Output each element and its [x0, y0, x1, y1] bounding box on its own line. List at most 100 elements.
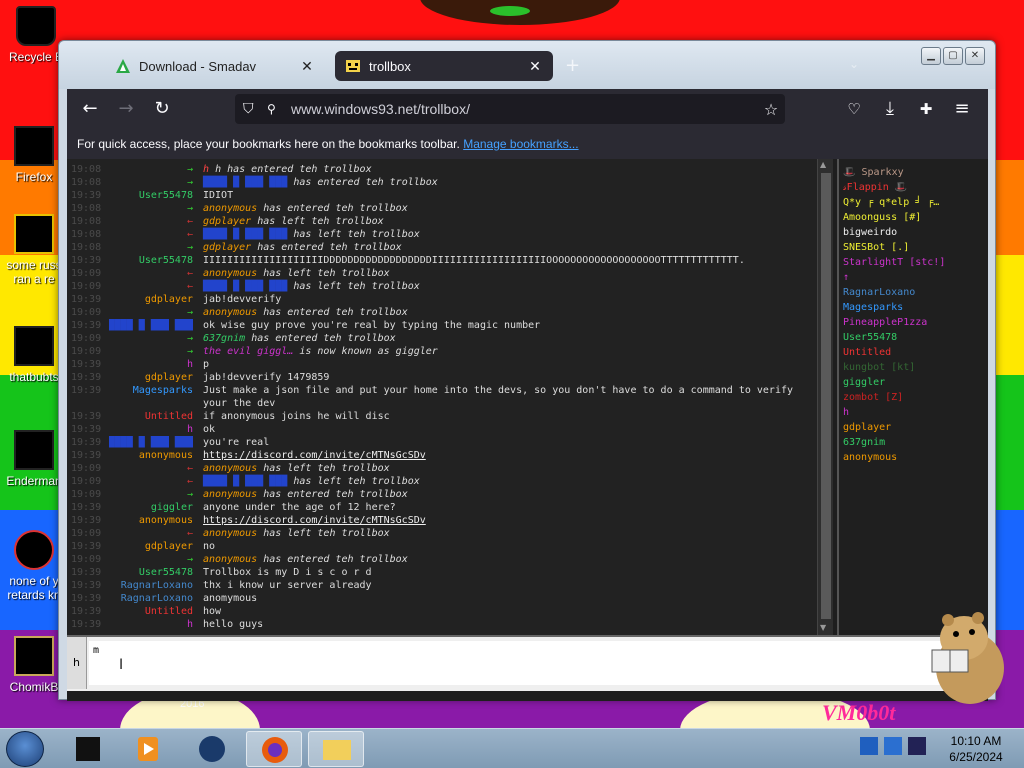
user-list-item[interactable]: 🎩 Sparkxy: [843, 165, 984, 180]
message-nick[interactable]: →: [187, 488, 193, 501]
user-list-item[interactable]: RagnarLoxano: [843, 285, 984, 300]
forward-arrow-icon[interactable]: →: [113, 97, 139, 121]
bookmark-star-icon[interactable]: ☆: [757, 100, 785, 119]
message-nick[interactable]: ←: [187, 267, 193, 280]
message-nick[interactable]: Magesparks: [133, 384, 193, 397]
message-nick[interactable]: User55478: [139, 566, 193, 579]
desktop-icon-file-1[interactable]: some russ ran a re: [2, 214, 66, 286]
user-list-item[interactable]: PineappleP1zza: [843, 315, 984, 330]
back-arrow-icon[interactable]: ←: [77, 97, 103, 121]
shield-icon[interactable]: ⛉: [243, 101, 261, 117]
tab-list-chevron-icon[interactable]: ⌄: [849, 57, 859, 71]
tab-smadav[interactable]: Download - Smadav ✕: [105, 51, 325, 81]
clock[interactable]: 10:10 AM 6/25/2024: [936, 733, 1016, 765]
user-list-item[interactable]: kungbot [kt]: [843, 360, 984, 375]
message-nick[interactable]: RagnarLoxano: [121, 579, 193, 592]
message-nick[interactable]: ←: [187, 228, 193, 241]
close-tab-icon[interactable]: ✕: [527, 58, 543, 75]
message-nick[interactable]: h: [187, 618, 193, 631]
scroll-down-icon[interactable]: ▼: [820, 623, 826, 632]
message-nick[interactable]: ████ █ ███ ███: [109, 319, 193, 332]
download-icon[interactable]: ⤓: [877, 97, 903, 121]
user-list-item[interactable]: SNESBot [.]: [843, 240, 984, 255]
minimize-button[interactable]: ▁: [921, 47, 941, 65]
taskbar-app-media[interactable]: [120, 731, 176, 767]
user-list-item[interactable]: User55478: [843, 330, 984, 345]
address-bar[interactable]: ⛉ ⚲ www.windows93.net/trollbox/ ☆: [235, 94, 785, 124]
message-link[interactable]: https://discord.com/invite/cMTNsGcSDv: [203, 514, 426, 527]
start-button[interactable]: [6, 731, 44, 767]
message-nick[interactable]: →: [187, 332, 193, 345]
maximize-button[interactable]: ▢: [943, 47, 963, 65]
user-list-item[interactable]: bigweirdo: [843, 225, 984, 240]
pocket-icon[interactable]: ♡: [841, 97, 867, 121]
user-list-item[interactable]: h: [843, 405, 984, 420]
extensions-icon[interactable]: ✚: [913, 97, 939, 121]
message-nick[interactable]: ←: [187, 462, 193, 475]
desktop-icon-chomik[interactable]: ChomikB: [2, 636, 66, 694]
my-nickname[interactable]: h: [67, 637, 87, 689]
user-list-item[interactable]: gdplayer: [843, 420, 984, 435]
message-nick[interactable]: →: [187, 163, 193, 176]
message-nick[interactable]: gdplayer: [145, 540, 193, 553]
user-list-item[interactable]: Magesparks: [843, 300, 984, 315]
message-nick[interactable]: →: [187, 553, 193, 566]
tray-app-icon[interactable]: [860, 737, 878, 755]
message-nick[interactable]: h: [187, 358, 193, 371]
reload-icon[interactable]: ↻: [149, 97, 175, 121]
manage-bookmarks-link[interactable]: Manage bookmarks...: [463, 137, 578, 151]
taskbar-app-firefox[interactable]: [246, 731, 302, 767]
tray-network-icon[interactable]: [908, 737, 926, 755]
desktop-icon-firefox[interactable]: Firefox: [2, 126, 66, 184]
close-window-button[interactable]: ✕: [965, 47, 985, 65]
message-nick[interactable]: ████ █ ███ ███: [109, 436, 193, 449]
tray-screen-icon[interactable]: [884, 737, 902, 755]
menu-icon[interactable]: ≡: [949, 97, 975, 121]
message-nick[interactable]: RagnarLoxano: [121, 592, 193, 605]
message-nick[interactable]: →: [187, 241, 193, 254]
chat-scrollbar[interactable]: ▲ ▼: [817, 159, 833, 635]
user-list-item[interactable]: giggler: [843, 375, 984, 390]
message-nick[interactable]: Untitled: [145, 605, 193, 618]
message-nick[interactable]: →: [187, 306, 193, 319]
close-tab-icon[interactable]: ✕: [299, 58, 315, 75]
taskbar-app-1[interactable]: [60, 731, 116, 767]
message-nick[interactable]: ←: [187, 280, 193, 293]
desktop-icon-file-2[interactable]: thatbubts: [2, 326, 66, 384]
user-list-item[interactable]: Q*y ╒ q*elp ╛ ╒…: [843, 195, 984, 210]
user-list-item[interactable]: ↑: [843, 270, 984, 285]
user-list-item[interactable]: anonymous: [843, 450, 984, 465]
user-list-item[interactable]: 𝓈Flappin 🎩: [843, 180, 984, 195]
message-nick[interactable]: anonymous: [139, 514, 193, 527]
message-nick[interactable]: gdplayer: [145, 371, 193, 384]
user-list-item[interactable]: 637gnim: [843, 435, 984, 450]
message-nick[interactable]: anonymous: [139, 449, 193, 462]
message-nick[interactable]: h: [187, 423, 193, 436]
desktop-icon-enderman[interactable]: Enderman: [2, 430, 66, 488]
user-list-item[interactable]: zombot [Z]: [843, 390, 984, 405]
message-nick[interactable]: User55478: [139, 189, 193, 202]
new-tab-button[interactable]: +: [565, 55, 580, 76]
message-nick[interactable]: →: [187, 176, 193, 189]
user-list-item[interactable]: Untitled: [843, 345, 984, 360]
scroll-up-icon[interactable]: ▲: [820, 160, 826, 169]
user-list-item[interactable]: StarlightT [stc!]: [843, 255, 984, 270]
message-nick[interactable]: ←: [187, 527, 193, 540]
scrollbar-thumb[interactable]: [821, 173, 831, 619]
tab-trollbox[interactable]: trollbox ✕: [335, 51, 553, 81]
desktop-icon-file-3[interactable]: none of y retards kn: [2, 530, 66, 602]
message-nick[interactable]: →: [187, 345, 193, 358]
message-nick[interactable]: giggler: [151, 501, 193, 514]
message-link[interactable]: https://discord.com/invite/cMTNsGcSDv: [203, 449, 426, 462]
message-nick[interactable]: Untitled: [145, 410, 193, 423]
message-nick[interactable]: ←: [187, 215, 193, 228]
message-nick[interactable]: →: [187, 202, 193, 215]
message-nick[interactable]: User55478: [139, 254, 193, 267]
user-list-item[interactable]: Amoonguss [#]: [843, 210, 984, 225]
taskbar-app-globe[interactable]: [184, 731, 240, 767]
taskbar-app-explorer[interactable]: [308, 731, 364, 767]
lock-icon[interactable]: ⚲: [267, 102, 285, 116]
discord-link[interactable]: https://discord.com/invite/cMTNsGcSDv: [203, 515, 426, 526]
message-nick[interactable]: ←: [187, 475, 193, 488]
message-nick[interactable]: gdplayer: [145, 293, 193, 306]
